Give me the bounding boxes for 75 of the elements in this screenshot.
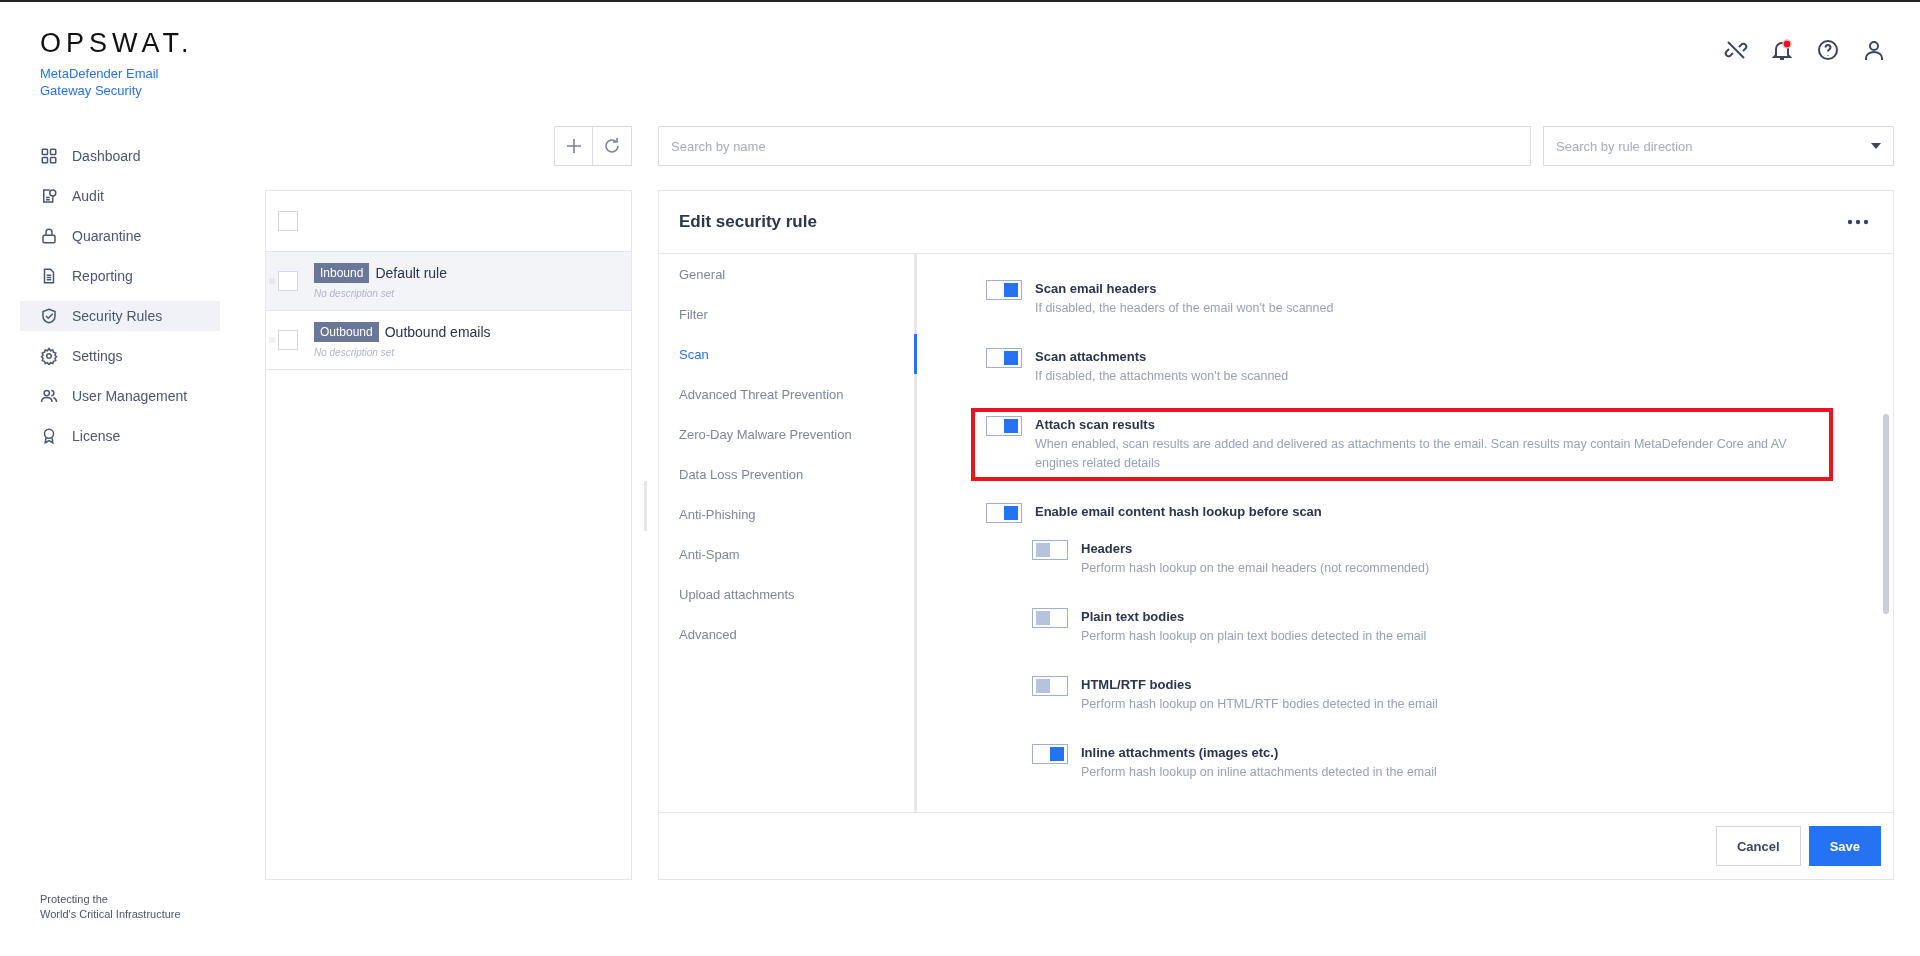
direction-tag: Outbound (314, 322, 379, 342)
section-tab[interactable]: Advanced Threat Prevention (659, 374, 917, 414)
search-field[interactable]: Search by name (658, 126, 1531, 166)
scrollbar[interactable] (1883, 414, 1889, 614)
checkbox[interactable] (278, 271, 298, 291)
section-tab[interactable]: General (659, 254, 917, 294)
direction-dropdown[interactable]: Search by rule direction (1543, 126, 1894, 166)
sidebar-item[interactable]: User Management (20, 381, 220, 411)
dashboard-icon (40, 147, 58, 165)
shield-check-icon (40, 307, 58, 325)
setting-title: Attach scan results (1035, 416, 1156, 433)
help-icon[interactable] (1816, 38, 1840, 62)
rule-row[interactable]: Outbound Outbound emails No description set (266, 311, 631, 370)
section-tab[interactable]: Advanced (659, 614, 917, 654)
direction-tag: Inbound (314, 263, 370, 283)
sidebar-item[interactable]: Security Rules (20, 301, 220, 331)
setting-title: Inline attachments (images etc.) (1081, 744, 1280, 761)
tagline: Protecting the World's Critical Infrastructure (40, 892, 182, 922)
rule-description: No description set (314, 347, 396, 358)
section-tab[interactable]: Anti-Phishing (659, 494, 917, 534)
refresh-icon (602, 136, 622, 156)
toggle-switch[interactable] (1032, 744, 1068, 764)
settings-icon (40, 347, 58, 365)
sidebar-item[interactable]: Reporting (20, 261, 220, 291)
more-icon[interactable] (1847, 219, 1869, 225)
sidebar-item[interactable]: Audit (20, 181, 220, 211)
section-tab[interactable]: Scan (659, 334, 917, 374)
setting-title: Scan email headers (1035, 280, 1158, 297)
refresh-button[interactable] (593, 126, 632, 166)
panel-title: Edit security rule (679, 212, 817, 232)
checkbox[interactable] (278, 330, 298, 350)
toggle-switch[interactable] (1032, 608, 1068, 628)
add-button[interactable] (554, 126, 593, 166)
checkbox[interactable] (278, 211, 298, 231)
users-icon (40, 387, 58, 405)
sidebar-item[interactable]: Settings (20, 341, 220, 371)
toggle-switch[interactable] (986, 348, 1022, 368)
section-tab[interactable]: Upload attachments (659, 574, 917, 614)
setting-title: Scan attachments (1035, 348, 1148, 365)
rule-name: Default rule (375, 265, 447, 281)
toggle-switch[interactable] (1032, 540, 1068, 560)
section-tab[interactable]: Zero-Day Malware Prevention (659, 414, 917, 454)
rule-description: No description set (314, 288, 396, 299)
toggle-switch[interactable] (986, 280, 1022, 300)
cancel-button[interactable]: Cancel (1716, 826, 1801, 866)
sidebar-item[interactable]: Dashboard (20, 141, 220, 171)
setting-title: HTML/RTF bodies (1081, 676, 1193, 693)
setting-description: Perform hash lookup on HTML/RTF bodies detected in the email (1081, 696, 1438, 713)
rule-row[interactable]: Inbound Default rule No description set (266, 252, 631, 311)
section-tab[interactable]: Data Loss Prevention (659, 454, 917, 494)
lock-icon (40, 227, 58, 245)
section-tab[interactable]: Filter (659, 294, 917, 334)
setting-title: Headers (1081, 540, 1134, 557)
toggle-switch[interactable] (986, 503, 1022, 523)
user-icon[interactable] (1862, 38, 1886, 62)
setting-description: When enabled, scan results are added and delivered as attachments to the email. Scan results may contain MetaDefender Core and AV engines related details (1035, 436, 1788, 472)
rule-name: Outbound emails (384, 324, 491, 340)
bell-icon[interactable] (1770, 38, 1794, 62)
toggle-switch[interactable] (986, 416, 1022, 436)
product-name: MetaDefender Email Gateway Security (40, 65, 160, 99)
logo: OPSWAT. (40, 30, 195, 57)
caret-icon (1871, 143, 1881, 149)
setting-description: If disabled, the headers of the email won't be scanned (1035, 300, 1334, 317)
setting-title: Plain text bodies (1081, 608, 1186, 625)
audit-icon (40, 187, 58, 205)
toggle-switch[interactable] (1032, 676, 1068, 696)
setting-description: Perform hash lookup on inline attachments detected in the email (1081, 764, 1437, 781)
setting-title: Enable email content hash lookup before scan (1035, 503, 1322, 520)
save-button[interactable]: Save (1808, 826, 1881, 866)
setting-description: If disabled, the attachments won't be scanned (1035, 368, 1289, 385)
setting-description: Perform hash lookup on plain text bodies detected in the email (1081, 628, 1427, 645)
sidebar-item[interactable]: License (20, 421, 220, 451)
sidebar-item[interactable]: Quarantine (20, 221, 220, 251)
setting-description: Perform hash lookup on the email headers (not recommended) (1081, 560, 1430, 577)
section-tab[interactable]: Anti-Spam (659, 534, 917, 574)
